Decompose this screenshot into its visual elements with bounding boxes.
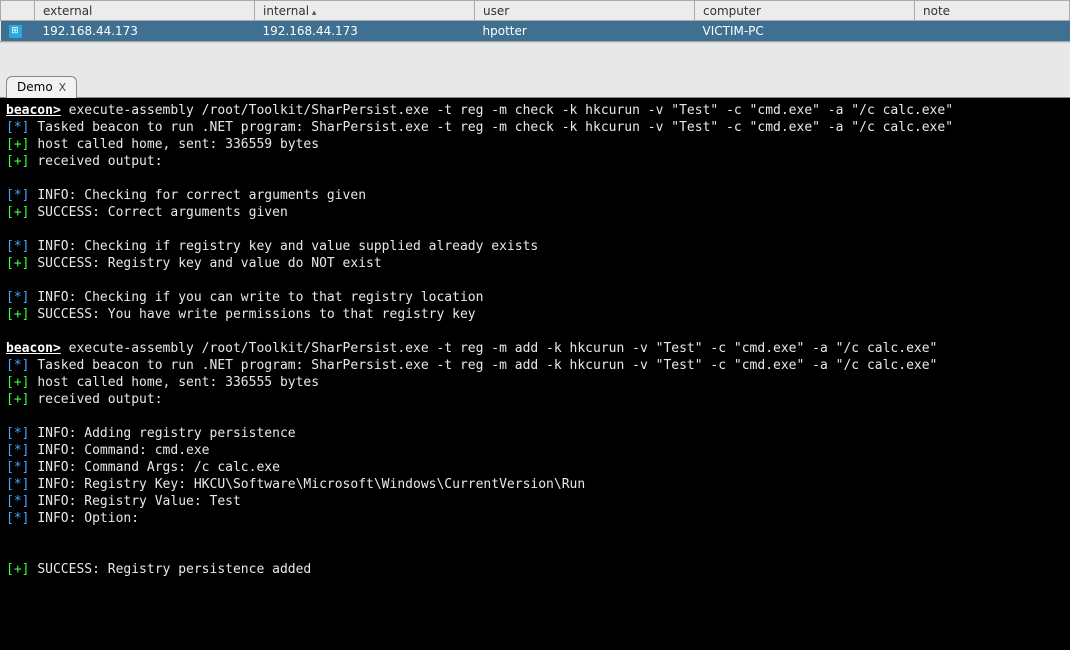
console-line: INFO: Registry Key: HKCU\Software\Micros… [37, 477, 585, 492]
console-line: host called home, sent: 336559 bytes [37, 137, 319, 152]
success-marker: [+] [6, 307, 29, 322]
success-marker: [+] [6, 256, 29, 271]
info-marker: [*] [6, 239, 29, 254]
console-line: INFO: Checking for correct arguments giv… [37, 188, 366, 203]
column-header-user[interactable]: user [475, 1, 695, 21]
tab-bar: Demo X [0, 72, 1070, 98]
beacon-prompt: beacon> [6, 341, 61, 356]
info-marker: [*] [6, 188, 29, 203]
success-marker: [+] [6, 392, 29, 407]
success-marker: [+] [6, 375, 29, 390]
cell-user: hpotter [475, 21, 695, 42]
console-line: SUCCESS: Correct arguments given [37, 205, 287, 220]
table-row[interactable]: ⊞ 192.168.44.173 192.168.44.173 hpotter … [1, 21, 1070, 42]
beacon-table: external internal user computer note ⊞ 1… [0, 0, 1070, 42]
spacer [0, 42, 1070, 72]
info-marker: [*] [6, 494, 29, 509]
success-marker: [+] [6, 205, 29, 220]
table-header-row: external internal user computer note [1, 1, 1070, 21]
console-line: INFO: Option: [37, 511, 139, 526]
info-marker: [*] [6, 477, 29, 492]
info-marker: [*] [6, 290, 29, 305]
console-line: INFO: Checking if you can write to that … [37, 290, 483, 305]
column-header-computer[interactable]: computer [695, 1, 915, 21]
console-line: host called home, sent: 336555 bytes [37, 375, 319, 390]
console-line: Tasked beacon to run .NET program: SharP… [37, 120, 953, 135]
info-marker: [*] [6, 443, 29, 458]
windows-icon: ⊞ [9, 25, 22, 38]
column-header-external[interactable]: external [35, 1, 255, 21]
command-text: execute-assembly /root/Toolkit/SharPersi… [69, 341, 938, 356]
success-marker: [+] [6, 137, 29, 152]
console-output[interactable]: beacon> execute-assembly /root/Toolkit/S… [0, 98, 1070, 650]
console-line: INFO: Command: cmd.exe [37, 443, 209, 458]
console-line: INFO: Adding registry persistence [37, 426, 295, 441]
console-line: SUCCESS: Registry key and value do NOT e… [37, 256, 381, 271]
cell-computer: VICTIM-PC [695, 21, 915, 42]
cell-internal: 192.168.44.173 [255, 21, 475, 42]
column-header-internal[interactable]: internal [255, 1, 475, 21]
command-text: execute-assembly /root/Toolkit/SharPersi… [69, 103, 953, 118]
cell-note [915, 21, 1070, 42]
info-marker: [*] [6, 511, 29, 526]
cell-external: 192.168.44.173 [35, 21, 255, 42]
console-line: INFO: Registry Value: Test [37, 494, 241, 509]
column-header-icon[interactable] [1, 1, 35, 21]
console-line: SUCCESS: You have write permissions to t… [37, 307, 475, 322]
beacon-prompt: beacon> [6, 103, 61, 118]
info-marker: [*] [6, 426, 29, 441]
console-line: INFO: Checking if registry key and value… [37, 239, 538, 254]
info-marker: [*] [6, 358, 29, 373]
column-header-note[interactable]: note [915, 1, 1070, 21]
close-icon[interactable]: X [59, 81, 67, 94]
console-line: Tasked beacon to run .NET program: SharP… [37, 358, 937, 373]
info-marker: [*] [6, 460, 29, 475]
tab-demo[interactable]: Demo X [6, 76, 77, 98]
console-line: SUCCESS: Registry persistence added [37, 562, 311, 577]
tab-label: Demo [17, 80, 53, 94]
info-marker: [*] [6, 120, 29, 135]
success-marker: [+] [6, 562, 29, 577]
console-line: received output: [37, 154, 162, 169]
console-line: INFO: Command Args: /c calc.exe [37, 460, 280, 475]
success-marker: [+] [6, 154, 29, 169]
console-line: received output: [37, 392, 162, 407]
